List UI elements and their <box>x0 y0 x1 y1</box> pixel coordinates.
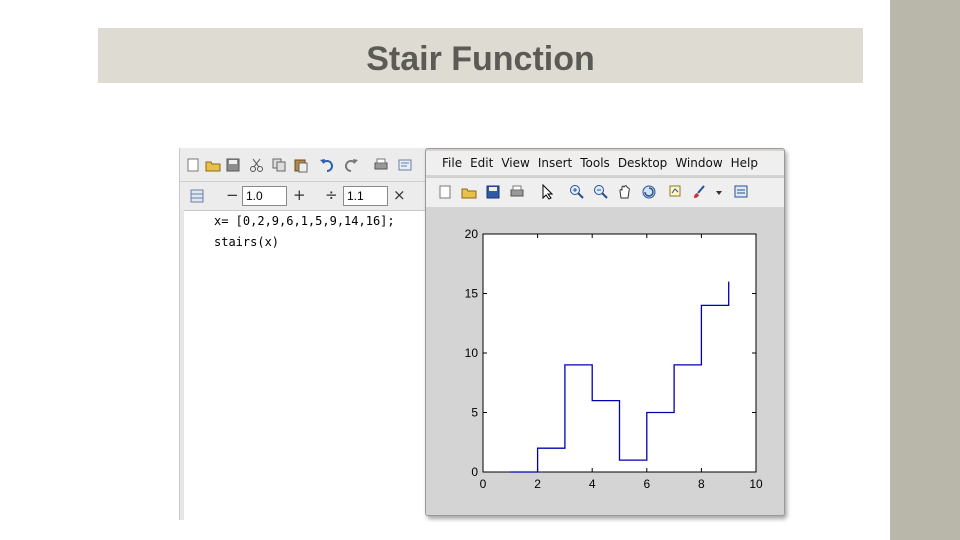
plot-area: 0 2 4 6 8 10 0 5 10 15 20 <box>426 207 784 515</box>
print-icon[interactable] <box>372 156 390 174</box>
code-line-1[interactable]: x= [0,2,9,6,1,5,9,14,16]; <box>214 214 395 228</box>
figure-window: File Edit View Insert Tools Desktop Wind… <box>425 148 785 516</box>
menu-insert[interactable]: Insert <box>538 156 572 170</box>
menu-desktop[interactable]: Desktop <box>618 156 668 170</box>
figure-toolbar <box>426 177 784 208</box>
arrow-select-icon[interactable] <box>538 183 556 201</box>
undo-icon[interactable] <box>318 156 336 174</box>
scale-value-field[interactable]: 1.1 <box>343 186 388 206</box>
new-figure-icon[interactable] <box>436 183 454 201</box>
brush-icon[interactable] <box>690 183 708 201</box>
menu-edit[interactable]: Edit <box>470 156 493 170</box>
dropdown-icon[interactable] <box>710 183 728 201</box>
link-plot-icon[interactable] <box>732 183 750 201</box>
y-tick-label: 5 <box>471 406 478 420</box>
divide-button[interactable]: ÷ <box>325 186 338 204</box>
new-file-icon[interactable] <box>184 156 202 174</box>
redo-icon[interactable] <box>342 156 360 174</box>
x-tick-label: 0 <box>480 477 487 491</box>
pan-hand-icon[interactable] <box>616 183 634 201</box>
paste-icon[interactable] <box>292 156 310 174</box>
menu-view[interactable]: View <box>501 156 529 170</box>
title-band: Stair Function <box>98 28 863 83</box>
stairs-chart: 0 2 4 6 8 10 0 5 10 15 20 <box>465 227 763 491</box>
print-icon[interactable] <box>508 183 526 201</box>
y-tick-label: 20 <box>465 227 479 241</box>
menu-tools[interactable]: Tools <box>580 156 610 170</box>
slide-title: Stair Function <box>366 40 595 78</box>
code-line-2[interactable]: stairs(x) <box>214 235 279 249</box>
x-tick-label: 2 <box>534 477 541 491</box>
y-tick-label: 0 <box>471 465 478 479</box>
x-tick-label: 4 <box>589 477 596 491</box>
data-cursor-icon[interactable] <box>666 183 684 201</box>
increment-button[interactable]: + <box>293 186 306 204</box>
slide-sidebar-strip <box>890 0 960 540</box>
editor-gutter <box>180 210 184 520</box>
step-value-field[interactable]: 1.0 <box>242 186 287 206</box>
menu-window[interactable]: Window <box>675 156 722 170</box>
menu-help[interactable]: Help <box>731 156 758 170</box>
figure-menubar: File Edit View Insert Tools Desktop Wind… <box>426 151 784 175</box>
open-file-icon[interactable] <box>204 156 222 174</box>
decrement-button[interactable]: − <box>226 186 239 204</box>
x-tick-label: 6 <box>643 477 650 491</box>
cut-icon[interactable] <box>248 156 266 174</box>
save-icon[interactable] <box>224 156 242 174</box>
menu-file[interactable]: File <box>442 156 462 170</box>
cell-toolbar: − 1.0 + ÷ 1.1 × <box>180 182 435 211</box>
multiply-button[interactable]: × <box>393 186 406 204</box>
save-icon[interactable] <box>484 183 502 201</box>
rotate-3d-icon[interactable] <box>640 183 658 201</box>
x-tick-label: 10 <box>749 477 763 491</box>
open-file-icon[interactable] <box>460 183 478 201</box>
editor-toolbar <box>180 148 435 182</box>
cell-mode-icon[interactable] <box>188 187 206 205</box>
editor-window: − 1.0 + ÷ 1.1 × x= [0,2,9,6,1,5,9,14,16]… <box>179 148 435 520</box>
y-tick-label: 10 <box>465 346 479 360</box>
zoom-out-icon[interactable] <box>592 183 610 201</box>
x-tick-label: 8 <box>698 477 705 491</box>
copy-icon[interactable] <box>270 156 288 174</box>
y-tick-label: 15 <box>465 287 479 301</box>
zoom-in-icon[interactable] <box>568 183 586 201</box>
find-icon[interactable] <box>396 156 414 174</box>
